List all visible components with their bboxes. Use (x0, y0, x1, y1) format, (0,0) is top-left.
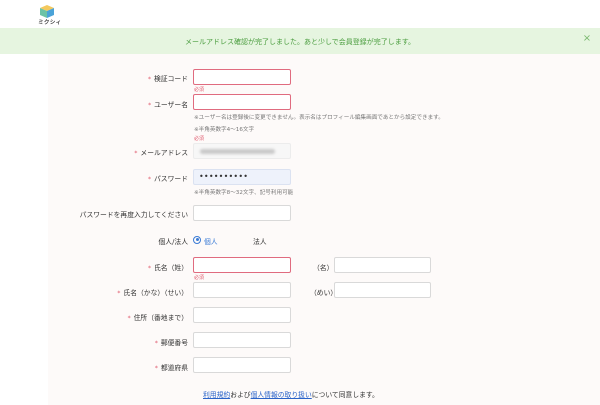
required-mark: * (148, 265, 152, 272)
email-field[interactable] (193, 143, 291, 159)
required-mark: * (148, 102, 152, 109)
notice-message: メールアドレス確認が完了しました。あと少しで会員登録が完了します。 (184, 38, 416, 46)
address-input[interactable] (193, 307, 291, 323)
first-name-input[interactable] (334, 257, 431, 273)
username-hint-1: ※ユーザー名は登録後に変更できません。表示名はプロフィール編集画面であとから設定… (194, 115, 444, 121)
required-mark: * (127, 315, 131, 322)
last-name-kana-label: * 氏名（かな）（せい） (117, 289, 188, 297)
terms-link[interactable]: 利用規約 (203, 391, 230, 399)
consent-text: 利用規約および個人情報の取り扱いについて同意します。 (203, 389, 379, 399)
password-hint: ※半角英数字8～32文字、記号利用可能 (194, 190, 294, 196)
username-error: 必須 (194, 136, 205, 142)
close-icon[interactable]: × (582, 33, 592, 45)
radio-individual[interactable] (193, 235, 201, 244)
consent-suffix: について同意します。 (311, 391, 379, 399)
required-mark: * (134, 150, 138, 157)
verification-code-input[interactable] (193, 69, 291, 85)
verification-code-error: 必須 (194, 87, 205, 93)
required-mark: * (117, 290, 121, 297)
username-hint-2: ※半角英数字4～16文字 (194, 127, 255, 133)
last-name-kana-input[interactable] (193, 282, 291, 298)
last-name-label: * 氏名（姓） (148, 264, 188, 272)
privacy-link[interactable]: 個人情報の取り扱い (251, 391, 312, 399)
verification-code-label: * 検証コード (148, 75, 188, 83)
required-mark: * (154, 340, 158, 347)
password-confirm-label: パスワードを再度入力してください (79, 211, 188, 219)
required-mark: * (148, 176, 152, 183)
username-label: * ユーザー名 (148, 101, 188, 109)
prefecture-label: * 都道府県 (154, 364, 188, 372)
logo-cube-icon (40, 5, 54, 18)
postal-code-input[interactable] (193, 332, 291, 348)
logo[interactable]: ミクシィ (36, 4, 61, 26)
radio-corporate-label[interactable]: 法人 (253, 236, 267, 246)
address-label: * 住所（番地まで） (127, 314, 188, 322)
email-blurred-value (200, 149, 275, 154)
last-name-error: 必須 (194, 275, 205, 281)
postal-code-label: * 郵便番号 (154, 339, 188, 347)
required-mark: * (148, 76, 152, 83)
prefecture-input[interactable] (193, 357, 291, 373)
required-mark: * (154, 365, 158, 372)
username-input[interactable] (193, 94, 291, 110)
radio-individual-label[interactable]: 個人 (204, 236, 218, 246)
account-type-label: 個人/法人 (158, 238, 188, 246)
email-label: * メールアドレス (134, 149, 188, 157)
logo-text: ミクシィ (38, 20, 62, 26)
first-name-kana-input[interactable] (334, 282, 431, 298)
consent-and: および (230, 391, 251, 399)
success-notice: メールアドレス確認が完了しました。あと少しで会員登録が完了します。 × (0, 28, 600, 54)
password-confirm-input[interactable] (193, 205, 291, 221)
password-input[interactable]: •••••••••• (193, 169, 291, 185)
first-name-label: （名） (313, 264, 334, 272)
password-masked-value: •••••••••• (199, 172, 249, 181)
last-name-input[interactable] (193, 257, 291, 273)
password-label: * パスワード (148, 175, 188, 183)
